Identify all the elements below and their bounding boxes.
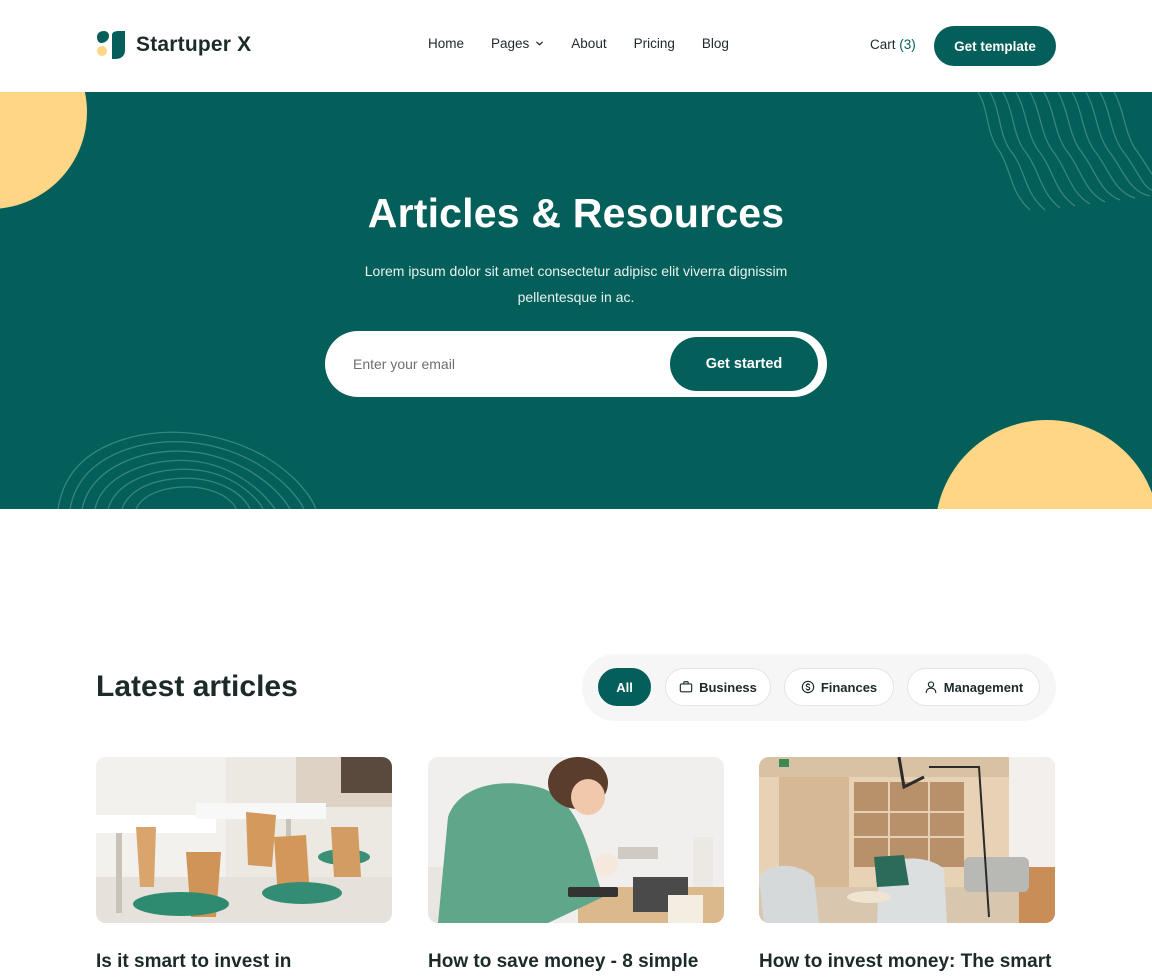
get-started-button[interactable]: Get started [670, 337, 818, 391]
article-title[interactable]: Is it smart to invest in [96, 951, 392, 973]
email-input[interactable] [353, 351, 653, 377]
article-image-woman-writing[interactable] [428, 757, 724, 923]
hero-title: Articles & Resources [367, 190, 785, 236]
article-title[interactable]: How to save money - 8 simple [428, 951, 724, 973]
nav-label: Home [428, 36, 465, 51]
cart-link[interactable]: Cart (3) [870, 37, 916, 52]
nav-item-pricing[interactable]: Pricing [634, 36, 675, 51]
get-template-button[interactable]: Get template [934, 26, 1056, 66]
cart-label: Cart [870, 37, 896, 52]
nav-item-pages[interactable]: Pages [491, 36, 544, 51]
filter-label: Finances [820, 679, 878, 695]
nav-item-about[interactable]: About [571, 36, 606, 51]
article-card[interactable]: Is it smart to invest in [96, 757, 392, 973]
nav-item-home[interactable]: Home [428, 36, 464, 51]
filter-all[interactable]: All [598, 668, 651, 706]
cart-count: (3) [899, 37, 916, 52]
main-nav: Home Pages About Pricing Blog [428, 36, 729, 51]
hero-section: Articles & Resources Lorem ipsum dolor s… [0, 92, 1152, 509]
filter-finances[interactable]: Finances [784, 668, 894, 706]
logo[interactable]: Startuper X [96, 30, 251, 60]
nav-item-blog[interactable]: Blog [702, 36, 729, 51]
article-title[interactable]: How to invest money: The smart [759, 951, 1055, 973]
filter-business[interactable]: Business [665, 668, 771, 706]
nav-label: Blog [701, 36, 729, 51]
user-icon [925, 681, 937, 694]
filter-label: Business [699, 679, 757, 695]
nav-label: About [571, 36, 607, 51]
logo-icon [96, 30, 126, 60]
category-filter-bar: All Business Finances Management [582, 654, 1056, 721]
dollar-circle-icon [801, 680, 815, 694]
article-card[interactable]: How to invest money: The smart [759, 757, 1055, 973]
filter-management[interactable]: Management [907, 668, 1040, 706]
section-title: Latest articles [96, 670, 298, 703]
chevron-down-icon [536, 41, 544, 46]
brand-name: Startuper X [136, 33, 252, 56]
filter-label: All [616, 679, 633, 695]
article-image-cafe-chairs[interactable] [96, 757, 392, 923]
hero-subtitle: Lorem ipsum dolor sit amet consectetur a… [364, 263, 788, 305]
nav-label: Pages [491, 36, 530, 51]
filter-label: Management [943, 679, 1024, 695]
nav-label: Pricing [633, 36, 675, 51]
site-header: Startuper X Home Pages About Pricing Blo… [0, 0, 1152, 92]
briefcase-icon [679, 681, 693, 693]
email-signup-form: Get started [325, 331, 827, 397]
article-card[interactable]: How to save money - 8 simple [428, 757, 724, 973]
article-image-office-lounge[interactable] [759, 757, 1055, 923]
